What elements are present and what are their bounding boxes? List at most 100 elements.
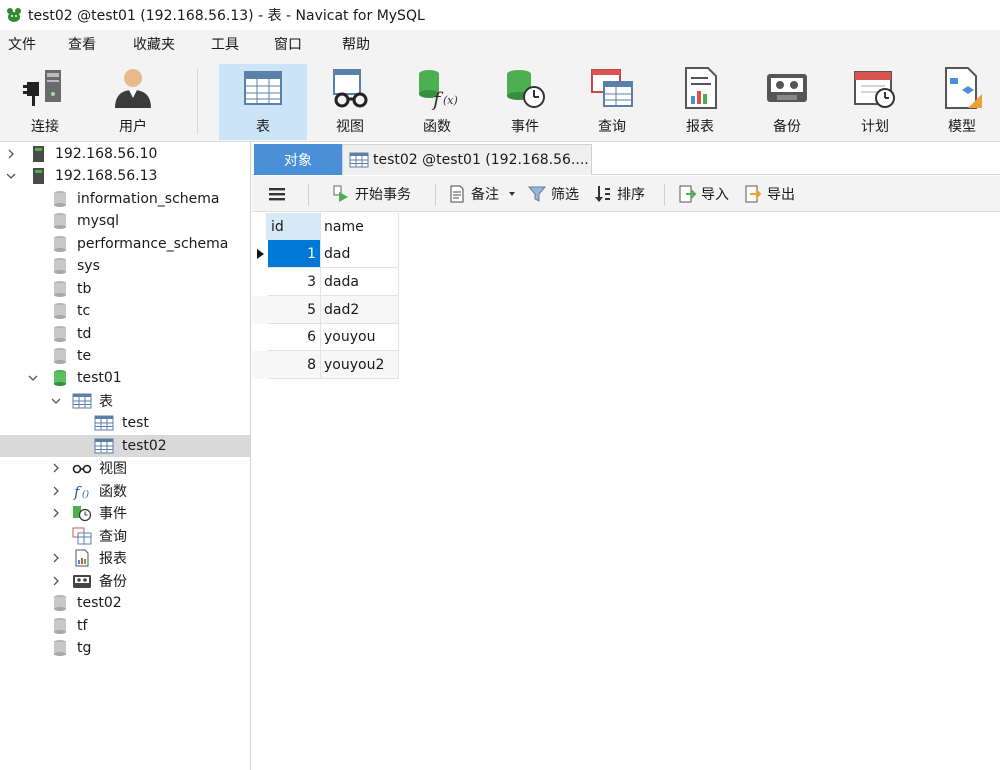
data-toolbar: 开始事务 备注 筛选 排序 导入 导出	[252, 176, 1000, 212]
table-icon	[244, 71, 282, 105]
database-icon	[54, 640, 66, 656]
cell-id[interactable]: 5	[268, 296, 321, 324]
begin-transaction-icon	[333, 185, 348, 202]
menu-help[interactable]: 帮助	[342, 30, 370, 60]
memo-button[interactable]: 备注	[448, 182, 517, 206]
window-title: test02 @test01 (192.168.56.13) - 表 - Nav…	[28, 8, 425, 24]
tree-connection-2[interactable]: 192.168.56.13	[0, 165, 250, 187]
tab-table-data[interactable]: test02 @test01 (192.168.56....	[342, 144, 592, 175]
tree-database[interactable]: td	[0, 323, 250, 345]
backup-tape-icon	[73, 575, 91, 588]
cell-id[interactable]: 1	[268, 240, 321, 268]
tree-database[interactable]: tg	[0, 637, 250, 659]
menu-favorites[interactable]: 收藏夹	[133, 30, 175, 60]
tree-database[interactable]: information_schema	[0, 188, 250, 210]
tree-group-queries[interactable]: 查询	[0, 525, 250, 547]
hamburger-menu-button[interactable]	[268, 182, 286, 206]
connection-plug-icon	[23, 70, 61, 106]
tree-database-open[interactable]: test01	[0, 367, 250, 389]
menu-tools[interactable]: 工具	[211, 30, 239, 60]
tree-group-tables[interactable]: 表	[0, 390, 250, 412]
toolbar-separator	[435, 184, 436, 206]
connection-tree: 192.168.56.10 192.168.56.13 information_…	[0, 142, 251, 770]
connect-button[interactable]: 连接	[1, 64, 89, 140]
event-clock-icon	[507, 70, 545, 108]
report-button[interactable]: 报表	[656, 64, 744, 140]
query-icon	[591, 69, 633, 107]
tree-group-reports[interactable]: 报表	[0, 547, 250, 569]
chevron-down-icon[interactable]	[5, 170, 17, 182]
sort-icon	[595, 186, 610, 202]
tree-database[interactable]: tb	[0, 278, 250, 300]
tree-table-item-selected[interactable]: test02	[0, 435, 250, 457]
chevron-down-icon[interactable]	[50, 395, 62, 407]
tab-table-label: test02 @test01 (192.168.56....	[373, 152, 589, 168]
tree-group-views[interactable]: 视图	[0, 457, 250, 479]
table-button[interactable]: 表	[219, 64, 307, 140]
column-header-id[interactable]: id	[266, 213, 321, 240]
table-icon	[94, 438, 114, 454]
view-button[interactable]: 视图	[306, 64, 394, 140]
schedule-button[interactable]: 计划	[831, 64, 919, 140]
cell-name[interactable]: youyou2	[321, 351, 399, 379]
tree-table-item[interactable]: test	[0, 412, 250, 434]
model-icon	[945, 67, 982, 109]
tree-database[interactable]: tf	[0, 615, 250, 637]
toolbar-separator	[664, 184, 665, 206]
tree-group-functions[interactable]: f() 函数	[0, 480, 250, 502]
tree-group-events[interactable]: 事件	[0, 502, 250, 524]
tree-database[interactable]: test02	[0, 592, 250, 614]
tree-connection-1[interactable]: 192.168.56.10	[0, 143, 250, 165]
dropdown-caret-icon[interactable]	[507, 189, 517, 199]
table-row[interactable]: 8 youyou2	[252, 351, 399, 379]
column-header-name[interactable]: name	[321, 213, 399, 240]
import-button[interactable]: 导入	[678, 182, 729, 206]
table-row[interactable]: 1 dad	[252, 240, 399, 268]
chevron-right-icon[interactable]	[50, 507, 62, 519]
tree-group-backups[interactable]: 备份	[0, 570, 250, 592]
tree-database[interactable]: mysql	[0, 210, 250, 232]
user-button[interactable]: 用户	[89, 64, 177, 140]
menu-view[interactable]: 查看	[68, 30, 96, 60]
chevron-down-icon[interactable]	[27, 372, 39, 384]
sort-button[interactable]: 排序	[594, 182, 645, 206]
tree-database[interactable]: performance_schema	[0, 233, 250, 255]
begin-transaction-button[interactable]: 开始事务	[332, 182, 411, 206]
query-button[interactable]: 查询	[568, 64, 656, 140]
current-row-indicator-icon	[257, 249, 264, 259]
chevron-right-icon[interactable]	[50, 485, 62, 497]
function-fx-icon: f()	[73, 483, 90, 500]
cell-id[interactable]: 8	[268, 351, 321, 379]
database-icon	[54, 326, 66, 342]
svg-text:f: f	[73, 483, 82, 500]
event-button[interactable]: 事件	[481, 64, 569, 140]
table-row[interactable]: 6 youyou	[252, 323, 399, 351]
chevron-right-icon[interactable]	[50, 552, 62, 564]
tree-database[interactable]: te	[0, 345, 250, 367]
cell-id[interactable]: 6	[268, 323, 321, 351]
export-button[interactable]: 导出	[744, 182, 795, 206]
tab-objects[interactable]: 对象	[254, 144, 342, 175]
cell-name[interactable]: dada	[321, 268, 399, 296]
report-icon	[75, 549, 89, 567]
menu-file[interactable]: 文件	[8, 30, 36, 60]
table-row[interactable]: 3 dada	[252, 268, 399, 296]
cell-id[interactable]: 3	[268, 268, 321, 296]
menu-window[interactable]: 窗口	[274, 30, 302, 60]
cell-name[interactable]: dad	[321, 240, 399, 268]
cell-name[interactable]: dad2	[321, 296, 399, 324]
title-bar: test02 @test01 (192.168.56.13) - 表 - Nav…	[0, 0, 1000, 30]
tree-database[interactable]: sys	[0, 255, 250, 277]
tree-database[interactable]: tc	[0, 300, 250, 322]
database-open-icon	[54, 370, 66, 386]
navicat-logo-icon	[7, 8, 21, 22]
function-button[interactable]: f (x) 函数	[393, 64, 481, 140]
model-button[interactable]: 模型	[918, 64, 1000, 140]
cell-name[interactable]: youyou	[321, 323, 399, 351]
table-row[interactable]: 5 dad2	[252, 296, 399, 324]
chevron-right-icon[interactable]	[50, 462, 62, 474]
filter-button[interactable]: 筛选	[528, 182, 579, 206]
chevron-right-icon[interactable]	[50, 575, 62, 587]
chevron-right-icon[interactable]	[5, 148, 17, 160]
backup-button[interactable]: 备份	[743, 64, 831, 140]
